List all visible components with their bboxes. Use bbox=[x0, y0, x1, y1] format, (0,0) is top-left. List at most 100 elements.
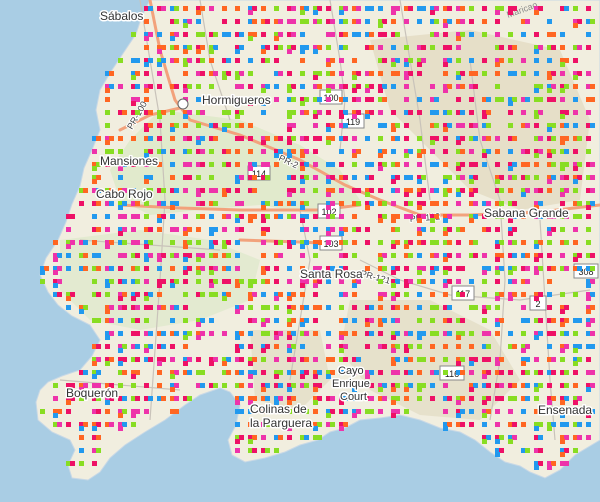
map-marker[interactable] bbox=[131, 296, 136, 301]
map-marker[interactable] bbox=[434, 201, 439, 206]
map-marker[interactable] bbox=[226, 149, 231, 154]
map-marker[interactable] bbox=[378, 45, 383, 50]
map-marker[interactable] bbox=[196, 240, 201, 245]
map-marker[interactable] bbox=[183, 305, 188, 310]
map-marker[interactable] bbox=[161, 305, 166, 310]
map-marker[interactable] bbox=[482, 400, 487, 405]
map-marker[interactable] bbox=[313, 400, 318, 405]
map-marker[interactable] bbox=[109, 71, 114, 76]
map-marker[interactable] bbox=[534, 114, 539, 119]
map-marker[interactable] bbox=[118, 231, 123, 236]
map-marker[interactable] bbox=[443, 62, 448, 67]
map-marker[interactable] bbox=[443, 192, 448, 197]
map-marker[interactable] bbox=[135, 253, 140, 258]
map-marker[interactable] bbox=[196, 175, 201, 180]
map-marker[interactable] bbox=[235, 58, 240, 63]
map-marker[interactable] bbox=[144, 214, 149, 219]
map-marker[interactable] bbox=[482, 309, 487, 314]
map-marker[interactable] bbox=[248, 296, 253, 301]
map-marker[interactable] bbox=[339, 188, 344, 193]
map-marker[interactable] bbox=[118, 58, 123, 63]
map-marker[interactable] bbox=[512, 71, 517, 76]
map-marker[interactable] bbox=[196, 19, 201, 24]
map-marker[interactable] bbox=[534, 396, 539, 401]
map-marker[interactable] bbox=[499, 97, 504, 102]
map-marker[interactable] bbox=[135, 318, 140, 323]
map-marker[interactable] bbox=[92, 461, 97, 466]
map-marker[interactable] bbox=[573, 84, 578, 89]
map-marker[interactable] bbox=[495, 296, 500, 301]
map-marker[interactable] bbox=[330, 71, 335, 76]
map-marker[interactable] bbox=[495, 162, 500, 167]
map-marker[interactable] bbox=[157, 283, 162, 288]
map-marker[interactable] bbox=[118, 383, 123, 388]
map-marker[interactable] bbox=[330, 32, 335, 37]
map-marker[interactable] bbox=[352, 58, 357, 63]
map-marker[interactable] bbox=[343, 84, 348, 89]
map-marker[interactable] bbox=[460, 370, 465, 375]
map-marker[interactable] bbox=[417, 192, 422, 197]
map-marker[interactable] bbox=[274, 266, 279, 271]
map-marker[interactable] bbox=[352, 114, 357, 119]
map-marker[interactable] bbox=[53, 270, 58, 275]
map-marker[interactable] bbox=[534, 32, 539, 37]
map-marker[interactable] bbox=[382, 97, 387, 102]
map-marker[interactable] bbox=[148, 6, 153, 11]
map-marker[interactable] bbox=[586, 296, 591, 301]
map-marker[interactable] bbox=[573, 383, 578, 388]
map-marker[interactable] bbox=[291, 357, 296, 362]
map-marker[interactable] bbox=[326, 413, 331, 418]
map-marker[interactable] bbox=[313, 175, 318, 180]
map-marker[interactable] bbox=[170, 136, 175, 141]
map-marker[interactable] bbox=[261, 357, 266, 362]
map-marker[interactable] bbox=[261, 49, 266, 54]
map-marker[interactable] bbox=[391, 413, 396, 418]
map-marker[interactable] bbox=[248, 344, 253, 349]
map-marker[interactable] bbox=[547, 153, 552, 158]
map-marker[interactable] bbox=[170, 318, 175, 323]
map-marker[interactable] bbox=[417, 270, 422, 275]
map-marker[interactable] bbox=[443, 162, 448, 167]
map-marker[interactable] bbox=[408, 201, 413, 206]
map-marker[interactable] bbox=[525, 448, 530, 453]
map-marker[interactable] bbox=[135, 214, 140, 219]
map-marker[interactable] bbox=[547, 88, 552, 93]
map-marker[interactable] bbox=[404, 136, 409, 141]
map-marker[interactable] bbox=[287, 348, 292, 353]
map-marker[interactable] bbox=[274, 318, 279, 323]
map-marker[interactable] bbox=[538, 318, 543, 323]
map-marker[interactable] bbox=[209, 318, 214, 323]
map-marker[interactable] bbox=[200, 110, 205, 115]
map-marker[interactable] bbox=[486, 97, 491, 102]
map-marker[interactable] bbox=[170, 240, 175, 245]
map-marker[interactable] bbox=[222, 227, 227, 232]
map-marker[interactable] bbox=[66, 409, 71, 414]
map-marker[interactable] bbox=[482, 6, 487, 11]
map-marker[interactable] bbox=[343, 19, 348, 24]
map-marker[interactable] bbox=[339, 426, 344, 431]
map-marker[interactable] bbox=[482, 422, 487, 427]
map-marker[interactable] bbox=[560, 88, 565, 93]
map-marker[interactable] bbox=[525, 97, 530, 102]
map-marker[interactable] bbox=[365, 205, 370, 210]
map-marker[interactable] bbox=[170, 149, 175, 154]
map-marker[interactable] bbox=[551, 266, 556, 271]
map-marker[interactable] bbox=[378, 23, 383, 28]
map-marker[interactable] bbox=[369, 45, 374, 50]
map-marker[interactable] bbox=[187, 162, 192, 167]
map-marker[interactable] bbox=[447, 331, 452, 336]
map-marker[interactable] bbox=[265, 279, 270, 284]
map-marker[interactable] bbox=[105, 140, 110, 145]
map-marker[interactable] bbox=[547, 292, 552, 297]
map-marker[interactable] bbox=[235, 448, 240, 453]
map-marker[interactable] bbox=[144, 62, 149, 67]
map-marker[interactable] bbox=[287, 266, 292, 271]
map-marker[interactable] bbox=[573, 448, 578, 453]
map-marker[interactable] bbox=[174, 409, 179, 414]
map-marker[interactable] bbox=[122, 110, 127, 115]
map-marker[interactable] bbox=[252, 448, 257, 453]
map-marker[interactable] bbox=[226, 110, 231, 115]
map-marker[interactable] bbox=[196, 227, 201, 232]
map-marker[interactable] bbox=[183, 231, 188, 236]
map-marker[interactable] bbox=[534, 10, 539, 15]
